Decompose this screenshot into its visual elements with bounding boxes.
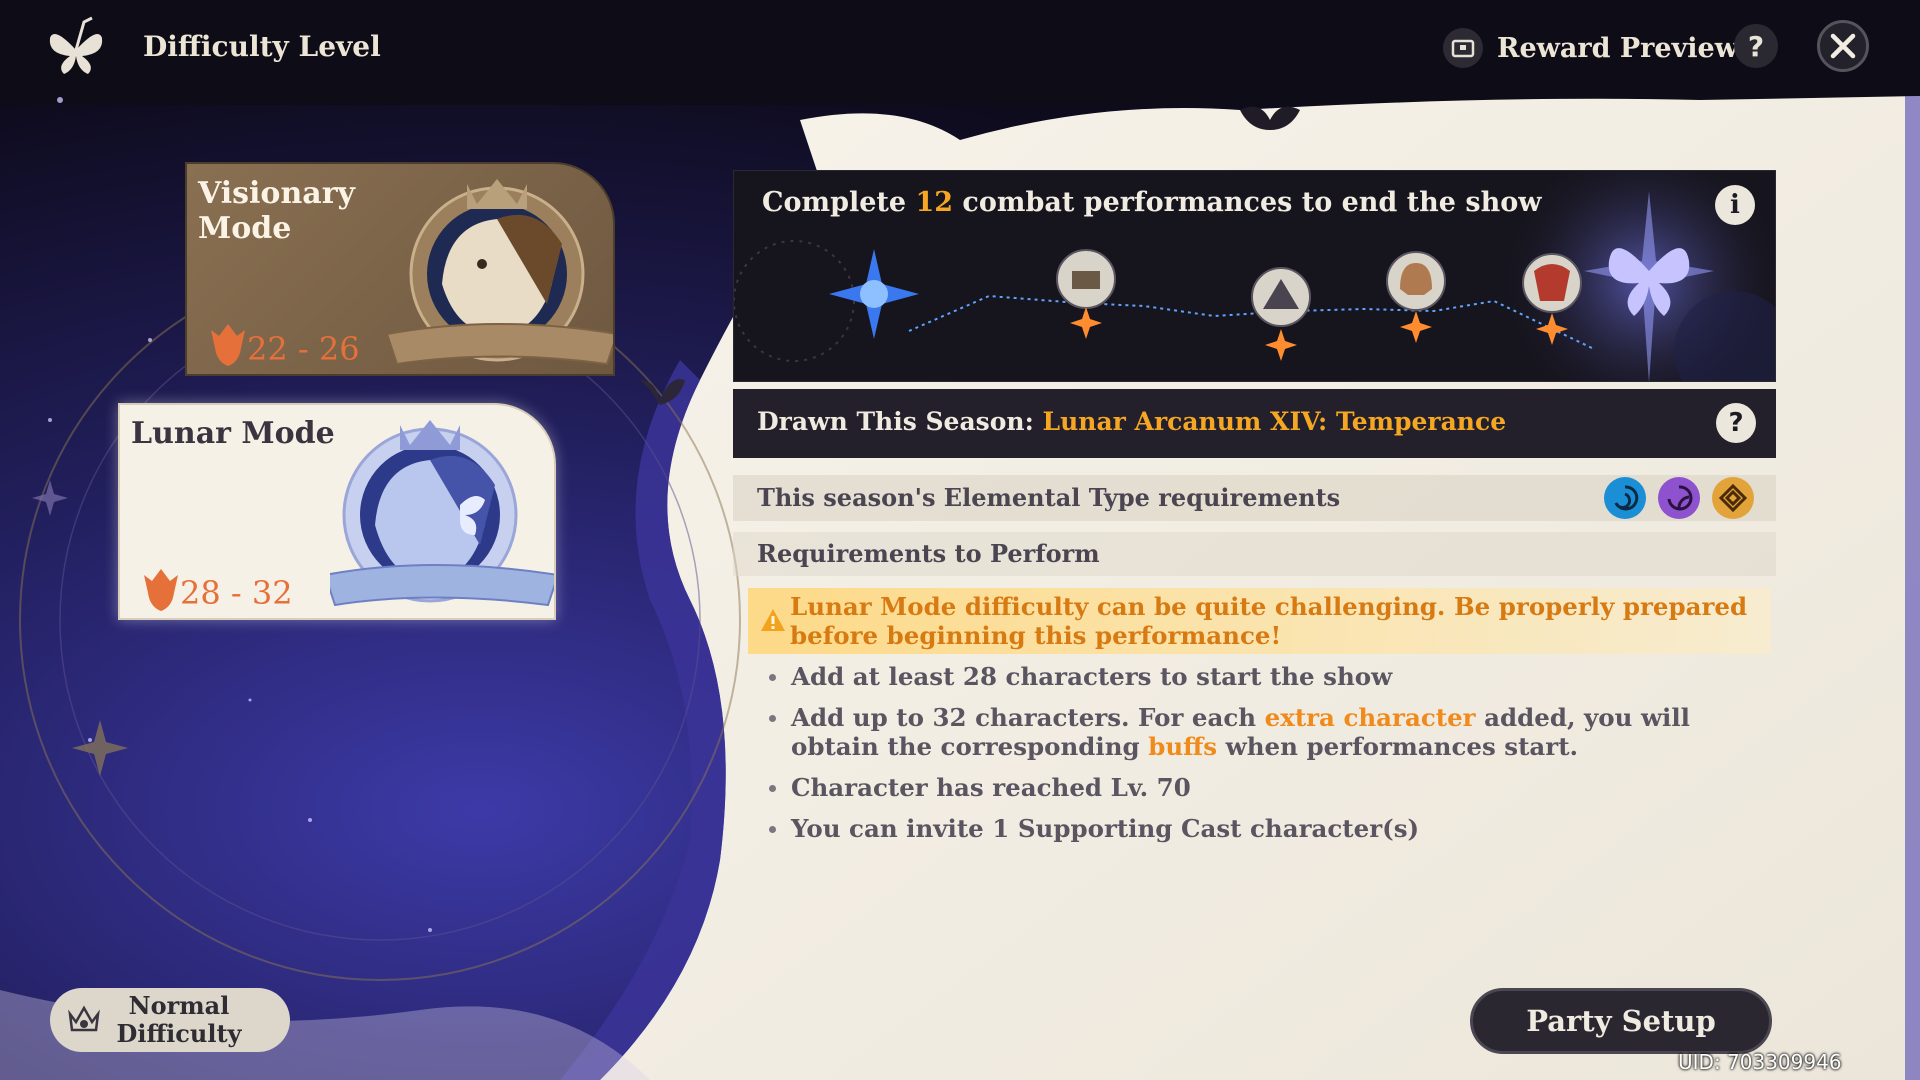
help-button[interactable]: ?: [1734, 24, 1778, 68]
normal-difficulty-label: Normal Difficulty: [116, 991, 242, 1048]
season-value: Lunar Arcanum XIV: Temperance: [1042, 407, 1507, 436]
info-icon: i: [1730, 190, 1740, 220]
extra-character-highlight: extra character: [1264, 703, 1476, 732]
requirement-supporting-cast: You can invite 1 Supporting Cast charact…: [791, 814, 1420, 843]
visionary-mode-range: 22 - 26: [247, 330, 360, 368]
warning-icon: [761, 609, 785, 631]
show-goal-suffix: combat performances to end the show: [962, 187, 1542, 218]
list-item: Add up to 32 characters. For each extra …: [767, 703, 1767, 761]
uid-label: UID: 703309946: [1678, 1050, 1842, 1074]
party-setup-label: Party Setup: [1526, 1004, 1716, 1038]
season-label: Drawn This Season:: [757, 407, 1034, 436]
requirement-max-text-a: Add up to 32 characters. For each: [791, 703, 1257, 732]
show-goal-prefix: Complete: [762, 187, 907, 218]
season-help-button[interactable]: ?: [1716, 403, 1756, 443]
season-bar: Drawn This Season: Lunar Arcanum XIV: Te…: [733, 389, 1776, 458]
visionary-mode-title: Visionary Mode: [198, 176, 355, 246]
requirement-max-text-c: when performances start.: [1225, 732, 1579, 761]
blue-star-icon: [829, 249, 919, 339]
chest-icon: [1443, 28, 1483, 68]
mask-stage-icon: [1522, 253, 1582, 345]
question-icon: ?: [1747, 29, 1765, 63]
requirements-header: Requirements to Perform: [733, 532, 1776, 576]
helmet-stage-icon: [1386, 251, 1446, 343]
close-icon: [1830, 33, 1856, 59]
elemental-requirements-row: This season's Elemental Type requirement…: [733, 475, 1776, 521]
hydro-icon: [1604, 477, 1646, 519]
difficulty-warning: Lunar Mode difficulty can be quite chall…: [748, 588, 1771, 654]
geo-icon: [1712, 477, 1754, 519]
season-text: Drawn This Season: Lunar Arcanum XIV: Te…: [757, 407, 1506, 436]
lunar-mode-title: Lunar Mode: [131, 416, 335, 451]
requirement-min-characters: Add at least 28 characters to start the …: [791, 662, 1393, 691]
requirement-level: Character has reached Lv. 70: [791, 773, 1191, 802]
requirements-list: Add at least 28 characters to start the …: [767, 662, 1767, 855]
elemental-label: This season's Elemental Type requirement…: [757, 483, 1341, 512]
normal-difficulty-button[interactable]: Normal Difficulty: [50, 988, 290, 1052]
butterfly-finale-icon: [1584, 191, 1714, 381]
question-icon: ?: [1728, 408, 1744, 438]
page-title: Difficulty Level: [143, 30, 381, 63]
triangle-stage-icon: [1251, 267, 1311, 361]
show-goal-count: 12: [915, 187, 954, 218]
element-icons: [1604, 477, 1754, 519]
buffs-highlight: buffs: [1148, 732, 1218, 761]
lunar-emblem-icon: [330, 420, 554, 607]
visionary-emblem-icon: [387, 179, 613, 366]
chest-stage-icon: [1056, 249, 1116, 339]
close-button[interactable]: [1817, 20, 1869, 72]
crown-mask-icon: [68, 1005, 100, 1032]
show-progress-banner: Complete 12 combat performances to end t…: [733, 170, 1776, 382]
lunar-mode-range: 28 - 32: [180, 574, 293, 612]
reward-preview-button[interactable]: Reward Preview: [1443, 24, 1738, 72]
mode-card-visionary[interactable]: Visionary Mode 22 - 26: [185, 162, 615, 376]
mode-card-lunar[interactable]: Lunar Mode 28 - 32: [118, 403, 556, 620]
butterfly-logo-icon: [49, 16, 103, 74]
electro-icon: [1658, 477, 1700, 519]
list-item: You can invite 1 Supporting Cast charact…: [767, 814, 1767, 843]
show-info-button[interactable]: i: [1715, 185, 1755, 225]
list-item: Character has reached Lv. 70: [767, 773, 1767, 802]
warning-text: Lunar Mode difficulty can be quite chall…: [790, 592, 1748, 650]
requirements-label: Requirements to Perform: [757, 539, 1100, 568]
fox-mask-icon: [211, 324, 245, 366]
list-item: Add at least 28 characters to start the …: [767, 662, 1767, 691]
fox-mask-icon: [144, 569, 178, 611]
difficulty-screen: Difficulty Level Reward Preview ? Vision…: [0, 0, 1920, 1080]
show-goal-text: Complete 12 combat performances to end t…: [762, 187, 1541, 218]
reward-preview-label: Reward Preview: [1497, 32, 1738, 64]
party-setup-button[interactable]: Party Setup: [1470, 988, 1772, 1054]
